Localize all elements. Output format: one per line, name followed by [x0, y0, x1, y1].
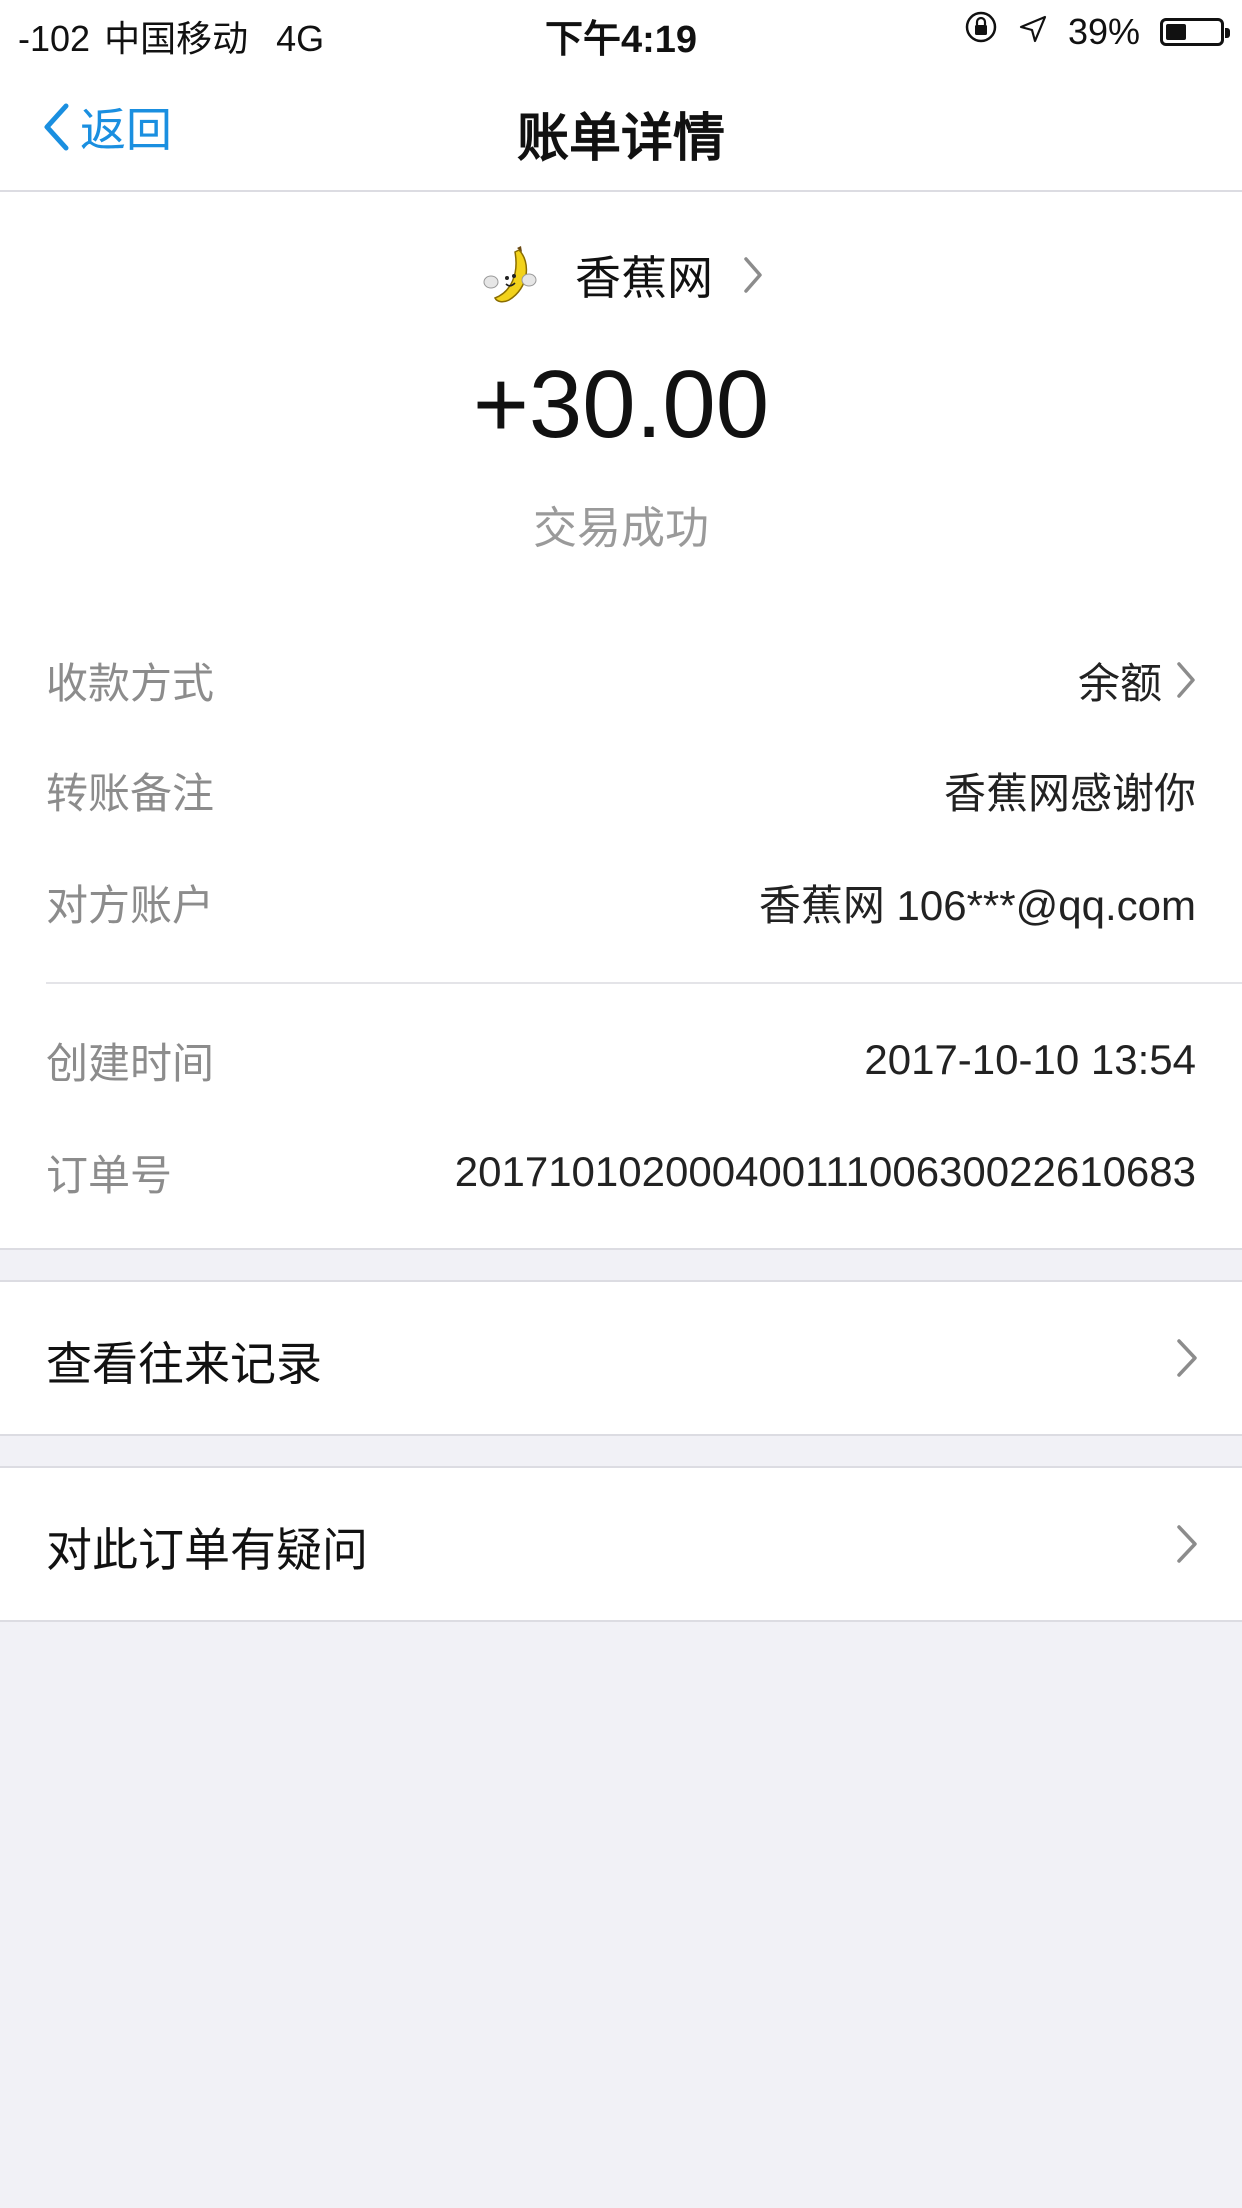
order-question-row[interactable]: 对此订单有疑问 — [0, 1466, 1242, 1622]
detail-row-counterparty: 对方账户 香蕉网 106***@qq.com — [46, 872, 1196, 932]
nav-bar: 返回 账单详情 — [0, 64, 1242, 192]
view-history-row[interactable]: 查看往来记录 — [0, 1280, 1242, 1436]
transaction-status: 交易成功 — [533, 504, 709, 553]
detail-row-created-time: 创建时间 2017-10-10 13:54 — [46, 1030, 1196, 1090]
page-title: 账单详情 — [516, 110, 725, 168]
merchant-link[interactable]: 香蕉网 — [0, 242, 1242, 308]
detail-value: 20171010200040011100630022610683 — [454, 1148, 1196, 1195]
status-right: 39% — [964, 10, 1230, 53]
merchant-name: 香蕉网 — [575, 252, 713, 304]
chevron-right-icon — [1177, 1525, 1197, 1563]
banana-avatar-icon — [483, 246, 537, 303]
detail-row-order-number: 订单号 20171010200040011100630022610683 — [46, 1142, 1196, 1202]
location-icon — [1018, 11, 1048, 53]
detail-row-remark: 转账备注 香蕉网感谢你 — [46, 760, 1196, 820]
battery-icon — [1160, 17, 1230, 46]
detail-label: 收款方式 — [46, 659, 215, 707]
view-history-label: 查看往来记录 — [46, 1338, 322, 1390]
chevron-right-icon — [1177, 1339, 1197, 1377]
transaction-amount: +30.00 — [472, 351, 770, 458]
detail-row-payment-method[interactable]: 收款方式 余额 — [46, 650, 1196, 710]
divider — [46, 982, 1242, 984]
battery-fill — [1166, 23, 1186, 40]
detail-label: 对方账户 — [46, 881, 215, 929]
detail-value: 余额 — [1078, 650, 1196, 711]
detail-label: 转账备注 — [46, 769, 215, 817]
chevron-right-icon — [744, 257, 762, 293]
detail-value: 香蕉网 106***@qq.com — [758, 881, 1196, 929]
chevron-right-icon — [1177, 662, 1195, 698]
orientation-lock-icon — [964, 10, 998, 53]
payment-method-value: 余额 — [1077, 659, 1162, 707]
battery-percent: 39% — [1067, 10, 1140, 52]
bill-detail-card: 香蕉网 +30.00 交易成功 收款方式 余额 转账备注 香蕉网感谢你 对方账户… — [0, 192, 1242, 1250]
status-bar: -102 中国移动 4G 下午4:19 39% — [0, 0, 1242, 64]
detail-label: 创建时间 — [46, 1039, 215, 1087]
detail-value: 2017-10-10 13:54 — [864, 1036, 1196, 1083]
order-question-label: 对此订单有疑问 — [46, 1524, 368, 1576]
detail-value: 香蕉网感谢你 — [943, 769, 1196, 817]
detail-label: 订单号 — [46, 1151, 173, 1199]
